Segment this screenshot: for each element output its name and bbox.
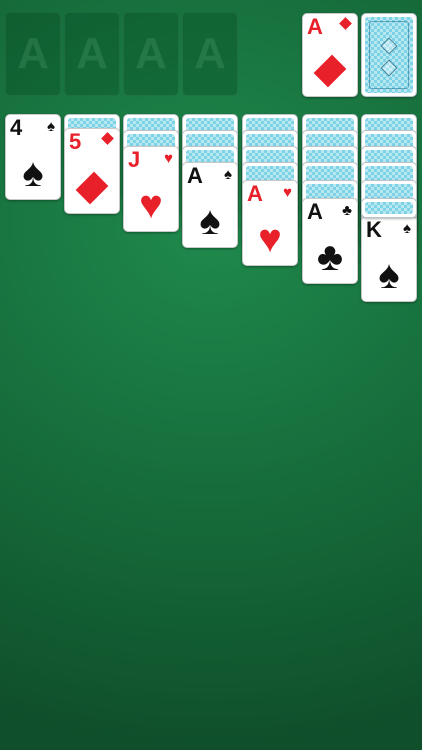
tableau-5-top-card[interactable]: A ♥ ♥: [242, 180, 298, 266]
card-rank: J: [128, 147, 141, 172]
diamond-suit-icon: [75, 171, 109, 205]
club-suit-icon: ♣: [316, 235, 344, 279]
card-rank: A: [187, 163, 203, 188]
spade-suit-icon: ♠: [199, 199, 221, 243]
diamond-suit-icon: [313, 54, 347, 88]
tableau-3-top-card[interactable]: J ♥ ♥: [123, 146, 179, 232]
foundation-placeholder-label: A: [76, 29, 108, 78]
card-rank: K: [366, 217, 382, 242]
foundation-pile-1[interactable]: A: [5, 12, 61, 96]
foundation-placeholder-label: A: [17, 29, 49, 78]
tableau-1-top-card[interactable]: 4 ♠ ♠: [5, 114, 61, 200]
foundation-pile-4[interactable]: A: [182, 12, 238, 96]
foundation-pile-2[interactable]: A: [64, 12, 120, 96]
club-suit-icon: ♣: [342, 202, 352, 219]
heart-suit-icon: ♥: [283, 184, 292, 201]
tableau-4-top-card[interactable]: A ♠ ♠: [182, 162, 238, 248]
foundation-pile-3[interactable]: A: [123, 12, 179, 96]
waste-card[interactable]: A: [302, 13, 358, 97]
heart-suit-icon: ♥: [164, 150, 173, 167]
heart-suit-icon: ♥: [258, 217, 282, 261]
stock-pile[interactable]: [361, 13, 417, 97]
card-rank: A: [247, 181, 263, 206]
spade-suit-icon: ♠: [403, 220, 411, 237]
spade-suit-icon: ♠: [224, 166, 232, 183]
card-rank: 4: [10, 115, 23, 140]
card-rank: 5: [69, 129, 82, 154]
tableau-7-facedown-card: [361, 198, 417, 218]
spade-suit-icon: ♠: [378, 253, 400, 297]
tableau-2-top-card[interactable]: 5: [64, 128, 120, 214]
foundation-placeholder-label: A: [194, 29, 226, 78]
tableau-7-top-card[interactable]: K ♠ ♠: [361, 216, 417, 302]
diamond-suit-icon: [101, 132, 114, 145]
foundation-placeholder-label: A: [135, 29, 167, 78]
heart-suit-icon: ♥: [139, 183, 163, 227]
diamond-suit-icon: [339, 17, 352, 30]
card-back-diamond-icon: [380, 37, 398, 55]
card-back-diamond-icon: [380, 59, 398, 77]
card-rank: A: [307, 199, 323, 224]
tableau-6-top-card[interactable]: A ♣ ♣: [302, 198, 358, 284]
spade-suit-icon: ♠: [47, 118, 55, 135]
card-rank: A: [307, 14, 323, 39]
spade-suit-icon: ♠: [22, 151, 44, 195]
